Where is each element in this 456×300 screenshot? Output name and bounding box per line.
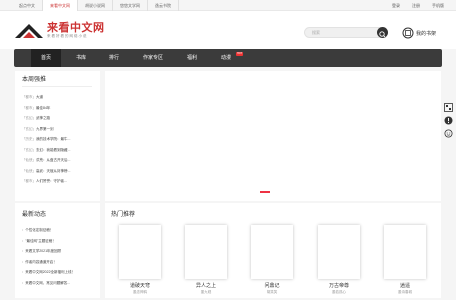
book-card[interactable]: 异人之上 墨九砚 [185, 225, 227, 295]
book-title[interactable]: 异人之上 [185, 282, 227, 289]
bookshelf-label: 我的书架 [416, 30, 437, 37]
book-card[interactable]: 问鼎记 胡笑笑 [251, 225, 293, 295]
book-cover[interactable] [119, 225, 161, 279]
header: 来看中文网 来看好看的网络小说 搜索 我的书架 [0, 11, 456, 49]
list-item[interactable]: 「都市」最佳84年 [22, 103, 70, 114]
book-title[interactable]: 问鼎记 [251, 282, 293, 289]
book-card[interactable]: 道破天穹 墨念神鸦 [119, 225, 161, 295]
nav-welfare[interactable]: 福利 [177, 49, 207, 67]
list-item[interactable]: 「都市」人们赞誉：守护者... [22, 176, 70, 187]
user-links: 登录 注册 手机版 [392, 0, 444, 11]
search-placeholder: 搜索 [312, 30, 320, 35]
carousel-indicator[interactable] [260, 191, 270, 193]
book-cover[interactable] [251, 225, 293, 279]
search-button[interactable] [377, 27, 388, 38]
news-item[interactable]: 来看中文网2022全新福利上线！ [22, 267, 75, 278]
book-cover[interactable] [384, 225, 426, 279]
book-card[interactable]: 万古帝尊 墨若孤心 [318, 225, 360, 295]
site-links: 起点中文 来看中文网 胡说小说网 悠悠文学网 逸云书院 [12, 0, 179, 11]
book-author: 墨诗春城 [398, 290, 412, 294]
book-author: 胡笑笑 [266, 290, 278, 294]
book-author: 墨若孤心 [332, 290, 346, 294]
nav-home[interactable]: 首页 [31, 49, 61, 67]
book-title[interactable]: 逍遥 [384, 282, 426, 289]
list-item[interactable]: 「玄幻」九界第一剑 [22, 124, 70, 135]
hot-recommend-panel: 热门推荐 道破天穹 墨念神鸦 异人之上 墨九砚 问鼎记 胡笑笑 万古帝尊 墨若孤… [105, 203, 441, 298]
site-link[interactable]: 逸云书院 [148, 0, 179, 11]
news-item[interactable]: 个性化定制征稿！ [22, 225, 75, 236]
news-item[interactable]: 来看文学2021年度回顾 [22, 246, 75, 257]
site-link[interactable]: 胡说小说网 [78, 0, 113, 11]
nav-author-zone[interactable]: 作家专区 [135, 49, 171, 67]
book-title[interactable]: 万古帝尊 [318, 282, 360, 289]
list-item[interactable]: 「玄幻」玄幻：我能看到隐藏... [22, 145, 70, 156]
floating-toolbar [443, 102, 454, 141]
main-nav: 首页 书库 排行 作家专区 福利 动漫 HOT [14, 49, 442, 67]
list-item[interactable]: 「历史」我的技术学院：最牛... [22, 134, 70, 145]
customer-service-button[interactable] [443, 128, 454, 139]
book-cover[interactable] [318, 225, 360, 279]
register-link[interactable]: 注册 [412, 0, 420, 11]
customer-service-icon [444, 129, 453, 138]
hot-badge: HOT [236, 52, 244, 56]
list-item[interactable]: 「仙侠」洪荒：从盘古开天后... [22, 155, 70, 166]
mobile-link[interactable]: 手机版 [432, 0, 444, 11]
nav-library[interactable]: 书库 [66, 49, 96, 67]
news-item[interactable]: 来看中文网，常见问题解答... [22, 278, 75, 289]
book-cover[interactable] [185, 225, 227, 279]
list-item[interactable]: 「仙侠」高武：天赋从封神榜... [22, 166, 70, 177]
logo-icon [15, 24, 43, 38]
nav-ranking[interactable]: 排行 [99, 49, 129, 67]
site-logo[interactable]: 来看中文网 来看好看的网络小说 [14, 20, 105, 40]
list-item[interactable]: 「玄幻」武神之路 [22, 113, 70, 124]
logo-title: 来看中文网 [47, 21, 105, 34]
book-title[interactable]: 道破天穹 [119, 282, 161, 289]
weekly-title: 本周强推 [22, 77, 47, 83]
book-author: 墨九砚 [200, 290, 212, 294]
hot-title: 热门推荐 [111, 212, 136, 218]
site-link[interactable]: 起点中文 [12, 0, 43, 11]
feedback-button[interactable] [443, 115, 454, 126]
site-link[interactable]: 来看中文网 [43, 0, 78, 11]
logo-subtitle: 来看好看的网络小说 [47, 33, 88, 38]
top-bar: 起点中文 来看中文网 胡说小说网 悠悠文学网 逸云书院 登录 注册 手机版 [0, 0, 456, 11]
weekly-recommend-panel: 本周强推 「都市」大道 「都市」最佳84年 「玄幻」武神之路 「玄幻」九界第一剑… [15, 71, 100, 201]
book-card[interactable]: 逍遥 墨诗春城 [384, 225, 426, 295]
news-item[interactable]: 作者内容通道开启！ [22, 257, 75, 268]
qrcode-icon [444, 103, 453, 112]
book-author: 墨念神鸦 [133, 290, 147, 294]
news-panel: 最新动态 个性化定制征稿！ "最佳网"主题征稿！ 来看文学2021年度回顾 作者… [15, 203, 100, 298]
search-icon [379, 31, 386, 38]
news-title: 最新动态 [22, 212, 47, 218]
login-link[interactable]: 登录 [392, 0, 400, 11]
news-item[interactable]: "最佳网"主题征稿！ [22, 236, 75, 247]
banner-carousel[interactable] [105, 71, 441, 201]
qrcode-button[interactable] [443, 102, 454, 113]
site-link[interactable]: 悠悠文学网 [113, 0, 148, 11]
feedback-icon [444, 116, 453, 125]
search-box[interactable]: 搜索 [304, 27, 388, 38]
divider [22, 86, 92, 87]
bookshelf-link[interactable]: 我的书架 [402, 27, 436, 39]
bookshelf-icon [402, 27, 414, 39]
list-item[interactable]: 「都市」大道 [22, 92, 70, 103]
